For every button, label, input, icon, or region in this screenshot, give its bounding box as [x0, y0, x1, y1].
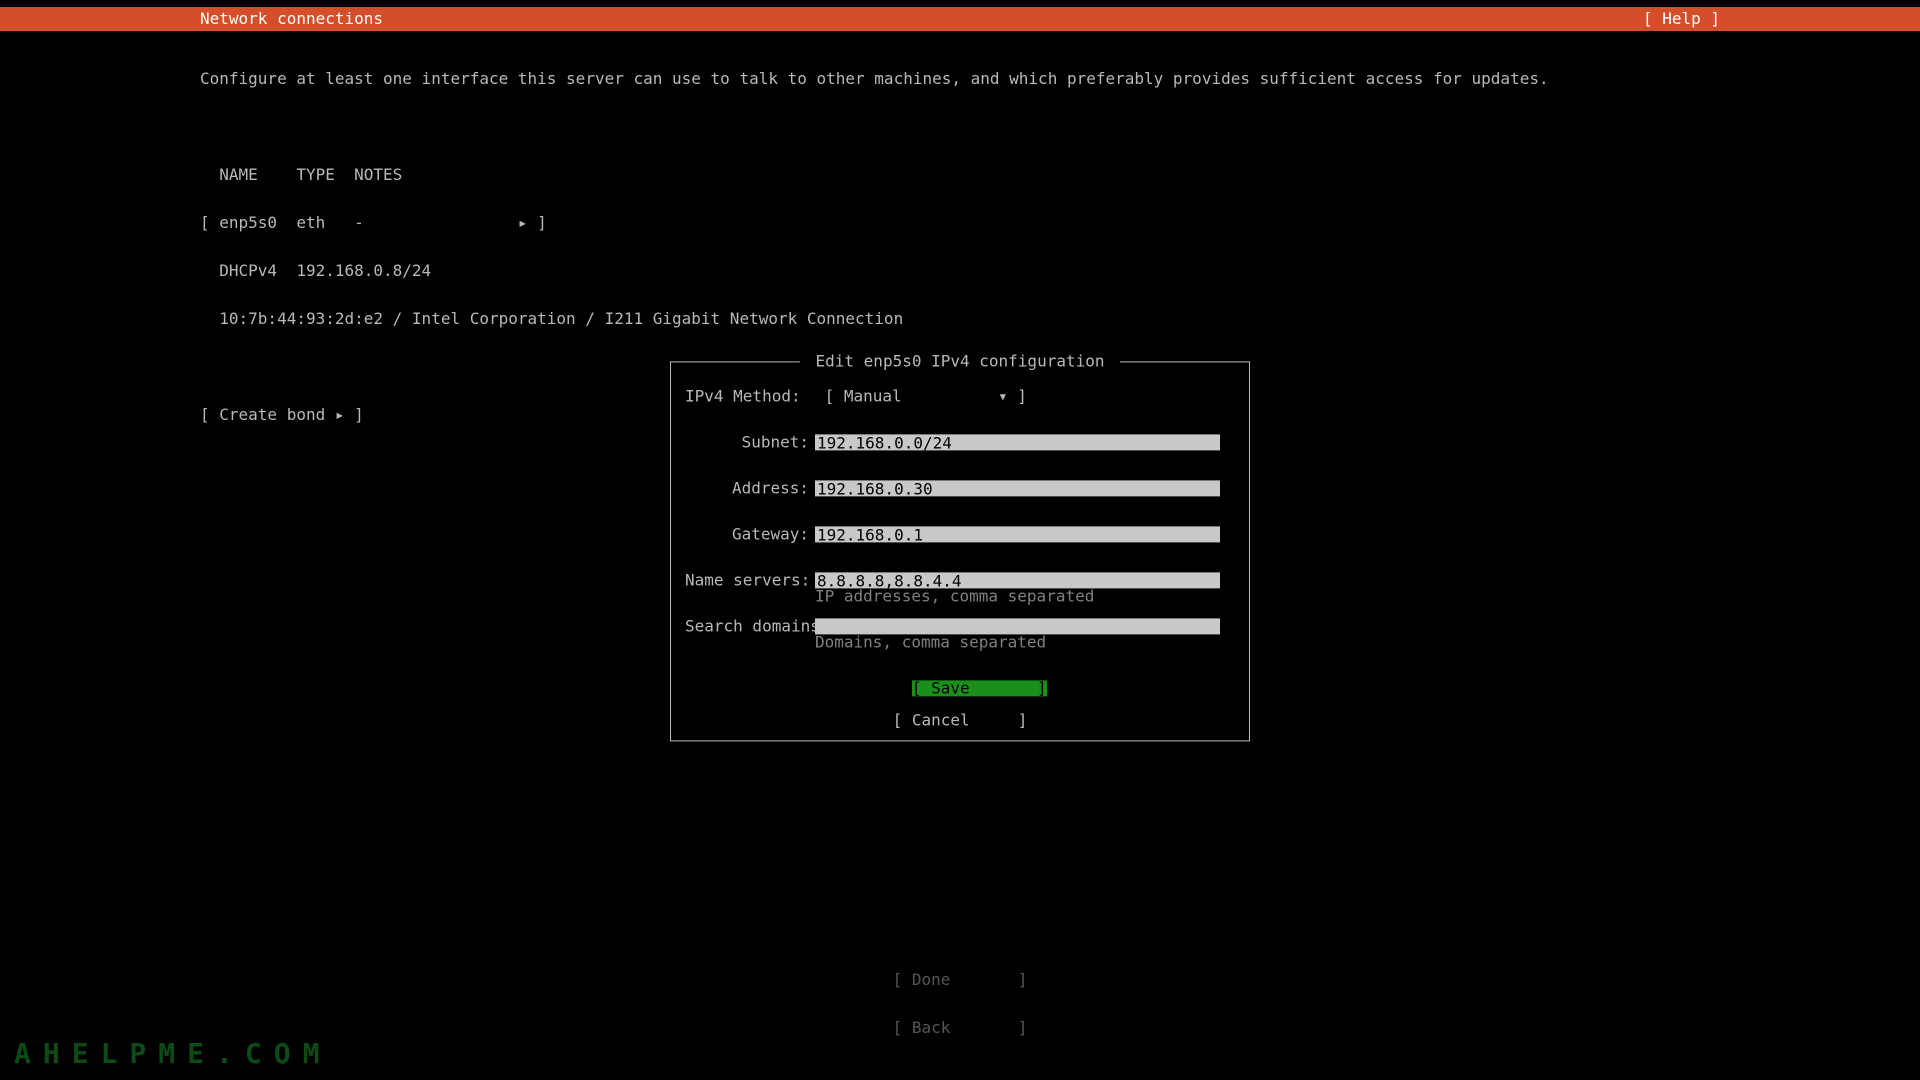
watermark: AHELPME.COM: [14, 1046, 331, 1062]
interface-hardware: 10:7b:44:93:2d:e2 / Intel Corporation / …: [200, 311, 1720, 327]
interface-header: NAME TYPE NOTES: [200, 167, 1720, 183]
back-button[interactable]: [ Back ]: [0, 1020, 1920, 1036]
header-bar: Network connections [ Help ]: [0, 7, 1920, 31]
address-label: Address:: [685, 480, 815, 496]
cancel-button[interactable]: [ Cancel ]: [685, 712, 1235, 728]
nameservers-label: Name servers:: [685, 572, 815, 588]
gateway-input[interactable]: [815, 526, 1220, 542]
address-input[interactable]: [815, 480, 1220, 496]
ipv4-method-select[interactable]: [ Manual ▾ ]: [825, 388, 1027, 404]
dialog-title: Edit enp5s0 IPv4 configuration: [800, 353, 1120, 369]
page-title: Network connections: [200, 11, 383, 27]
gateway-label: Gateway:: [685, 526, 815, 542]
instructions-text: Configure at least one interface this se…: [200, 71, 1720, 87]
subnet-input[interactable]: [815, 434, 1220, 450]
interface-row[interactable]: [ enp5s0 eth - ▸ ]: [200, 215, 1720, 231]
interface-dhcp: DHCPv4 192.168.0.8/24: [200, 263, 1720, 279]
subnet-label: Subnet:: [685, 434, 815, 450]
ipv4-config-dialog: Edit enp5s0 IPv4 configuration IPv4 Meth…: [670, 361, 1250, 741]
help-button[interactable]: [ Help ]: [1643, 11, 1720, 27]
searchdomains-hint: Domains, comma separated: [815, 632, 1046, 651]
searchdomains-label: Search domains:: [685, 618, 815, 634]
done-button[interactable]: [ Done ]: [0, 972, 1920, 988]
save-button[interactable]: [ Save ]: [912, 680, 1047, 696]
ipv4-method-label: IPv4 Method:: [685, 388, 801, 404]
nameservers-hint: IP addresses, comma separated: [815, 586, 1094, 605]
